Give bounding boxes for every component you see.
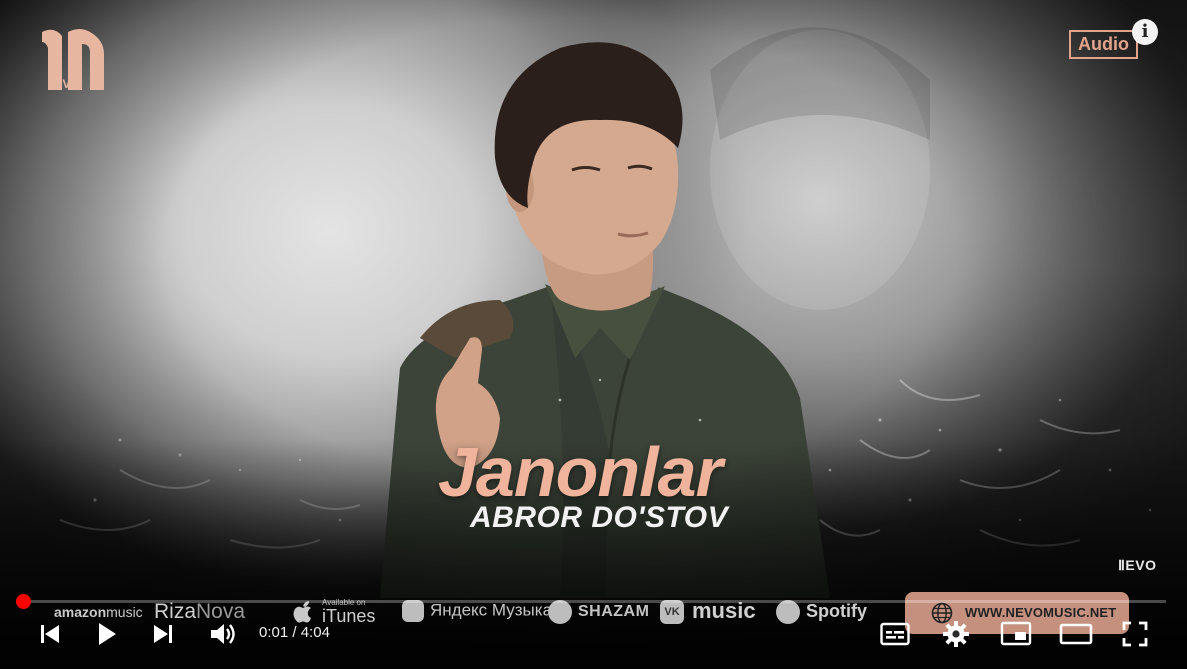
volume-icon: [211, 624, 235, 644]
shazam-icon: [548, 600, 572, 624]
spotify-logo: Spotify: [776, 600, 867, 624]
current-time: 0:01: [259, 624, 289, 641]
play-button[interactable]: [94, 620, 120, 648]
subtitles-button[interactable]: [880, 621, 910, 647]
apple-icon: [293, 601, 311, 623]
previous-button[interactable]: [38, 622, 62, 646]
fullscreen-button[interactable]: [1121, 620, 1149, 648]
artist-name: ABROR DO'STOV: [470, 501, 729, 534]
yandex-music-label: Яндекс Музыка: [430, 600, 553, 620]
settings-gear-icon: [943, 621, 969, 647]
riza-label: Riza: [154, 600, 197, 623]
fullscreen-icon: [1122, 621, 1148, 647]
amazon-label: amazon: [54, 604, 107, 620]
shazam-label: SHAZAM: [578, 603, 650, 621]
mute-button[interactable]: [207, 619, 237, 649]
subtitles-icon: [880, 622, 910, 646]
theater-mode-button[interactable]: [1059, 621, 1093, 647]
skip-next-icon: [154, 625, 172, 643]
next-button[interactable]: [151, 622, 175, 646]
amazon-music-logo: amazonmusic: [54, 604, 143, 620]
progress-bar[interactable]: [24, 600, 1166, 603]
channel-logo-tv: TV: [54, 77, 72, 91]
settings-button[interactable]: [942, 620, 970, 648]
miniplayer-icon: [1000, 621, 1032, 646]
channel-logo-icon: [42, 29, 104, 90]
shazam-logo: SHAZAM: [548, 600, 649, 624]
audio-badge: Audio: [1069, 30, 1138, 59]
miniplayer-button[interactable]: [1000, 620, 1032, 648]
spotify-icon: [776, 600, 800, 624]
video-frame[interactable]: TV Audio i Janonlar ABROR DO'STOV ⅡEVO a…: [0, 0, 1187, 669]
yandex-music-icon: [402, 600, 424, 622]
nevomusic-url: WWW.NEVOMUSIC.NET: [965, 605, 1117, 620]
progress-scrubber-handle[interactable]: [16, 594, 31, 609]
duration: 4:04: [300, 624, 330, 641]
play-icon: [99, 623, 116, 645]
theater-mode-icon: [1059, 623, 1093, 645]
nevo-logo: ⅡEVO: [1118, 557, 1157, 573]
vk-icon: VK: [660, 600, 684, 625]
yandex-music-logo: Яндекс Музыка: [402, 600, 552, 622]
skip-previous-icon: [41, 625, 59, 643]
info-button[interactable]: i: [1132, 19, 1158, 45]
time-display: 0:01 / 4:04: [259, 624, 330, 641]
time-separator: /: [288, 624, 301, 641]
itunes-label: iTunes: [322, 606, 376, 626]
amazon-music-label: music: [106, 604, 143, 620]
spotify-label: Spotify: [806, 600, 867, 621]
